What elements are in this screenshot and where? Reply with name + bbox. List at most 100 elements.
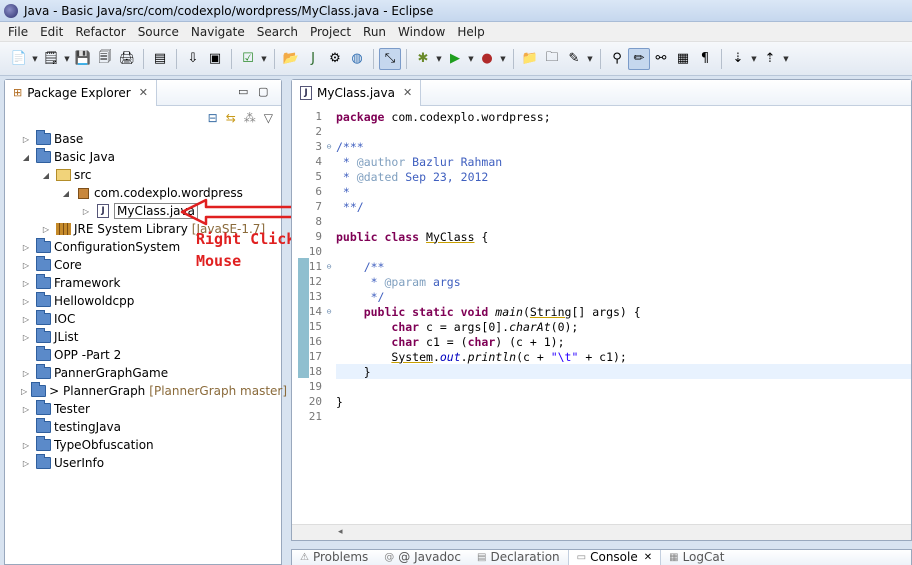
code-line[interactable]: 7 **/ bbox=[292, 199, 363, 214]
menu-navigate[interactable]: Navigate bbox=[185, 25, 251, 39]
debug-icon[interactable]: ✱ bbox=[412, 48, 434, 70]
code-line[interactable]: 6 * bbox=[292, 184, 349, 199]
maximize-icon[interactable]: ▢ bbox=[258, 85, 268, 98]
expanded-arrow-icon[interactable]: ◢ bbox=[61, 189, 71, 198]
code-line[interactable]: 14 ⊖ public static void main(String[] arg… bbox=[292, 304, 641, 319]
fold-toggle-icon[interactable]: ⊖ bbox=[324, 142, 334, 151]
link-with-editor-icon[interactable]: ⇆ bbox=[226, 111, 236, 125]
collapsed-arrow-icon[interactable]: ▷ bbox=[21, 333, 31, 342]
new-class-icon[interactable]: 🗒 bbox=[40, 48, 62, 70]
code-line[interactable]: 17 System.out.println(c + "\t" + c1); bbox=[292, 349, 627, 364]
code-line[interactable]: 1 package com.codexplo.wordpress; bbox=[292, 109, 550, 124]
tree-item[interactable]: ▷ > PlannerGraph [PlannerGraph master] bbox=[5, 382, 287, 400]
pilcrow-icon[interactable]: ¶ bbox=[694, 48, 716, 70]
collapsed-arrow-icon[interactable]: ▷ bbox=[21, 387, 27, 396]
collapsed-arrow-icon[interactable]: ▷ bbox=[21, 279, 31, 288]
code-line[interactable]: 16 char c1 = (char) (c + 1); bbox=[292, 334, 565, 349]
task-icon[interactable]: ☑ bbox=[237, 48, 259, 70]
tree-item[interactable]: ▷ IOC bbox=[5, 310, 281, 328]
menu-edit[interactable]: Edit bbox=[34, 25, 69, 39]
close-icon[interactable]: ✕ bbox=[403, 86, 412, 99]
import-icon[interactable]: ⇩ bbox=[182, 48, 204, 70]
code-line[interactable]: 4 * @author Bazlur Rahman bbox=[292, 154, 502, 169]
code-line[interactable]: 13 */ bbox=[292, 289, 385, 304]
code-line[interactable]: 12 * @param args bbox=[292, 274, 461, 289]
open-folder-icon[interactable]: 📁 bbox=[519, 48, 541, 70]
view-menu-icon[interactable]: ▽ bbox=[264, 111, 273, 125]
open-type-icon[interactable]: 📂 bbox=[280, 48, 302, 70]
menu-file[interactable]: File bbox=[2, 25, 34, 39]
collapsed-arrow-icon[interactable]: ▷ bbox=[21, 459, 31, 468]
tab-console[interactable]: ▭ Console ✕ bbox=[567, 550, 662, 565]
fold-toggle-icon[interactable]: ⊖ bbox=[324, 262, 334, 271]
chevron-down-icon[interactable]: ▼ bbox=[434, 55, 444, 63]
fold-toggle-icon[interactable]: ⊖ bbox=[324, 307, 334, 316]
tree-item[interactable]: ▷ TypeObfuscation bbox=[5, 436, 281, 454]
save-icon[interactable]: 💾 bbox=[72, 48, 94, 70]
code-line[interactable]: 20} bbox=[292, 394, 343, 409]
prev-annotation-icon[interactable]: ⇡ bbox=[759, 48, 781, 70]
code-line[interactable]: 2 bbox=[292, 124, 336, 139]
close-icon[interactable]: ✕ bbox=[644, 552, 652, 563]
junit-icon[interactable]: J bbox=[302, 48, 324, 70]
tab-myclass-java[interactable]: J MyClass.java ✕ bbox=[292, 79, 422, 106]
tree-item[interactable]: ▷ JList bbox=[5, 328, 281, 346]
menu-window[interactable]: Window bbox=[392, 25, 451, 39]
collapsed-arrow-icon[interactable]: ▷ bbox=[21, 441, 31, 450]
collapsed-arrow-icon[interactable]: ▷ bbox=[41, 225, 51, 234]
minimize-icon[interactable]: ▭ bbox=[238, 85, 248, 98]
menu-run[interactable]: Run bbox=[357, 25, 392, 39]
tree-item[interactable]: ◢ src bbox=[5, 166, 281, 184]
toggle-mark-icon[interactable]: ⤡ bbox=[379, 47, 401, 70]
tree-item[interactable]: ▷ Tester bbox=[5, 400, 281, 418]
collapsed-arrow-icon[interactable]: ▷ bbox=[21, 315, 31, 324]
tree-item[interactable]: ▷ UserInfo bbox=[5, 454, 281, 472]
chevron-down-icon[interactable]: ▼ bbox=[466, 55, 476, 63]
collapsed-arrow-icon[interactable]: ▷ bbox=[21, 369, 31, 378]
scroll-left-icon[interactable]: ◂ bbox=[338, 527, 343, 537]
brush-icon[interactable]: ✎ bbox=[563, 48, 585, 70]
chevron-down-icon[interactable]: ▼ bbox=[259, 55, 269, 63]
save-all-icon[interactable]: 🗐 bbox=[94, 48, 116, 70]
tree-item[interactable]: ▷ Framework bbox=[5, 274, 281, 292]
ant-icon[interactable]: ⚙ bbox=[324, 48, 346, 70]
chevron-down-icon[interactable]: ▼ bbox=[749, 55, 759, 63]
menu-search[interactable]: Search bbox=[251, 25, 304, 39]
highlight-icon[interactable]: ✏ bbox=[628, 47, 650, 70]
focus-icon[interactable]: ⁂ bbox=[244, 111, 256, 125]
open-file-icon[interactable]: 🗀 bbox=[541, 48, 563, 70]
chevron-down-icon[interactable]: ▼ bbox=[585, 55, 595, 63]
collapsed-arrow-icon[interactable]: ▷ bbox=[21, 261, 31, 270]
search-icon[interactable]: ⚲ bbox=[606, 48, 628, 70]
external-tools-icon[interactable]: ● bbox=[476, 48, 498, 70]
collapsed-arrow-icon[interactable]: ▷ bbox=[21, 135, 31, 144]
code-line[interactable]: 21 bbox=[292, 409, 336, 424]
tab-problems[interactable]: ⚠ Problems bbox=[292, 550, 376, 565]
chevron-down-icon[interactable]: ▼ bbox=[62, 55, 72, 63]
tree-item[interactable]: ◢ Basic Java bbox=[5, 148, 281, 166]
code-line[interactable]: 3 ⊖/*** bbox=[292, 139, 363, 154]
tab-logcat[interactable]: ▦ LogCat bbox=[661, 550, 732, 565]
tab-package-explorer[interactable]: ⊞ Package Explorer ✕ bbox=[5, 79, 157, 106]
chevron-down-icon[interactable]: ▼ bbox=[498, 55, 508, 63]
android-icon[interactable]: ▣ bbox=[204, 48, 226, 70]
link-icon[interactable]: ⚯ bbox=[650, 48, 672, 70]
tab-declaration[interactable]: ▤ Declaration bbox=[469, 550, 568, 565]
expanded-arrow-icon[interactable]: ◢ bbox=[21, 153, 31, 162]
menu-source[interactable]: Source bbox=[132, 25, 185, 39]
tree-item[interactable]: testingJava bbox=[5, 418, 281, 436]
menu-project[interactable]: Project bbox=[304, 25, 357, 39]
close-icon[interactable]: ✕ bbox=[139, 86, 148, 99]
tree-item[interactable]: ▷ Base bbox=[5, 130, 281, 148]
chevron-down-icon[interactable]: ▼ bbox=[781, 55, 791, 63]
code-line[interactable]: 11 ⊖ /** bbox=[292, 259, 385, 274]
new-icon[interactable]: 📄 bbox=[8, 48, 30, 70]
tree-item[interactable]: ▷ PannerGraphGame bbox=[5, 364, 281, 382]
collapsed-arrow-icon[interactable]: ▷ bbox=[21, 405, 31, 414]
show-whitespace-icon[interactable]: ▦ bbox=[672, 48, 694, 70]
print-icon[interactable]: 🖨 bbox=[116, 48, 138, 70]
next-annotation-icon[interactable]: ⇣ bbox=[727, 48, 749, 70]
collapsed-arrow-icon[interactable]: ▷ bbox=[81, 207, 91, 216]
web-icon[interactable]: ◍ bbox=[346, 48, 368, 70]
code-line[interactable]: 5 * @dated Sep 23, 2012 bbox=[292, 169, 488, 184]
